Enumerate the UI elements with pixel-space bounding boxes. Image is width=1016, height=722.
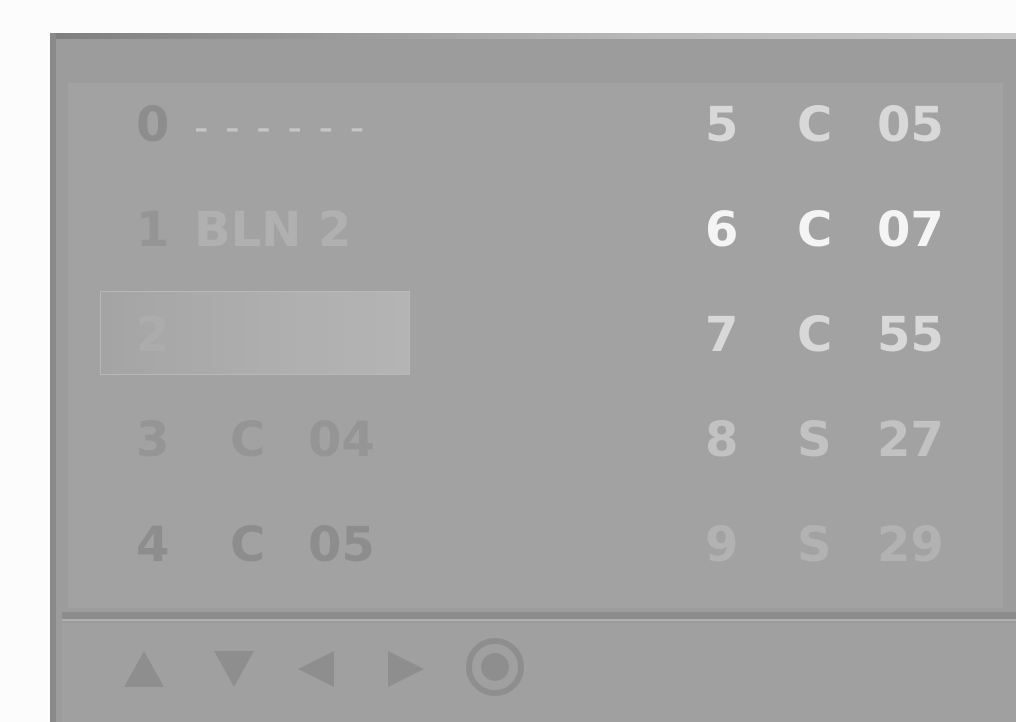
program-type: S (797, 412, 832, 468)
program-number: 5 (705, 97, 739, 153)
program-number: 1 (136, 202, 170, 258)
program-name: 27 (877, 412, 944, 468)
program-number: 6 (705, 202, 739, 258)
program-number: 9 (705, 517, 739, 573)
program-number: 4 (136, 517, 170, 573)
program-entry-5[interactable]: 5 C 05 (705, 101, 944, 149)
program-name: BLN 2 (194, 202, 352, 258)
program-type: C (797, 97, 833, 153)
program-name: 07 (877, 202, 944, 258)
program-name: 04 (308, 412, 375, 468)
program-type: C (230, 517, 266, 573)
program-entry-4[interactable]: 4 C 05 (136, 521, 375, 569)
footer-divider (62, 612, 1016, 619)
left-arrow-icon[interactable] (298, 651, 334, 687)
right-arrow-icon[interactable] (388, 651, 424, 687)
up-arrow-icon[interactable] (124, 651, 164, 687)
program-entry-7[interactable]: 7 C 55 (705, 311, 944, 359)
program-entry-3[interactable]: 3 C 04 (136, 416, 375, 464)
program-name: 05 (308, 517, 375, 573)
program-entry-6[interactable]: 6 C 07 (705, 206, 944, 254)
program-entry-0[interactable]: 0- - - - - - (136, 101, 366, 149)
program-number: 3 (136, 412, 170, 468)
program-entry-8[interactable]: 8 S 27 (705, 416, 944, 464)
panel-top-border (56, 33, 1016, 39)
program-type: C (230, 412, 266, 468)
program-type: C (797, 202, 833, 258)
program-type: S (797, 517, 832, 573)
program-type: C (797, 307, 833, 363)
program-number: 7 (705, 307, 739, 363)
program-name: - - - - - - (194, 105, 367, 151)
ok-button-icon[interactable] (466, 638, 524, 696)
program-number: 0 (136, 97, 170, 153)
program-entry-9[interactable]: 9 S 29 (705, 521, 944, 569)
program-name: 05 (877, 97, 944, 153)
program-name: 29 (877, 517, 944, 573)
program-name: 55 (877, 307, 944, 363)
down-arrow-icon[interactable] (214, 651, 254, 687)
program-number: 2 (136, 307, 170, 363)
program-entry-1[interactable]: 1 BLN 2 (136, 206, 351, 254)
program-entry-2[interactable]: 2 (136, 311, 194, 359)
program-number: 8 (705, 412, 739, 468)
